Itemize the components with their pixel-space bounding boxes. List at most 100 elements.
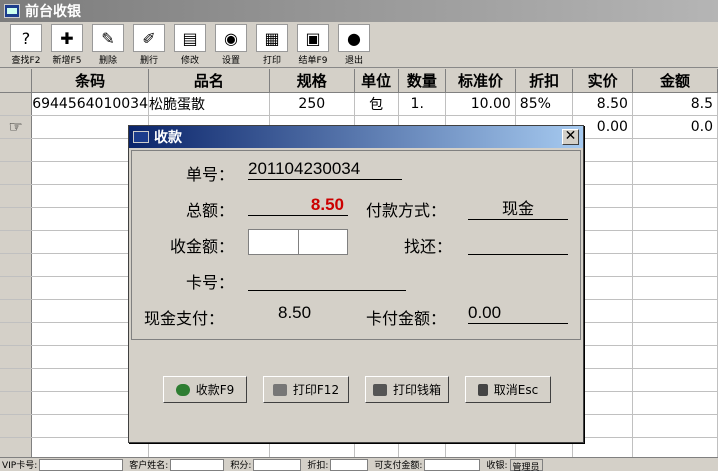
- row-indicator: [0, 161, 33, 185]
- row-indicator: [0, 345, 33, 369]
- print-button[interactable]: 打印F12: [263, 376, 349, 403]
- vip-card-field: [39, 458, 124, 471]
- receive-button-label: 收款F9: [195, 383, 235, 397]
- cell-spec[interactable]: 250: [269, 92, 355, 116]
- cell-std-price[interactable]: 10.00: [445, 92, 516, 116]
- payment-form: 单号： 201104230034 总额： 8.50 付款方式： 现金 收金额： …: [131, 150, 581, 340]
- row-indicator: [0, 391, 33, 415]
- toolbar-button-5[interactable]: ◉ 设置: [211, 24, 251, 66]
- cancel-button[interactable]: 取消Esc: [465, 376, 551, 403]
- empty-cell: [632, 391, 718, 415]
- cashier-name: 管理员: [509, 458, 543, 471]
- add-cross-icon: ✚: [51, 24, 83, 52]
- row-indicator: [0, 322, 33, 346]
- pay-method-field[interactable]: 现金: [468, 195, 568, 220]
- toolbar-button-label: 修改: [180, 56, 199, 66]
- points-label: 积分:: [230, 461, 252, 471]
- dialog-app-icon: [133, 131, 149, 143]
- delete-row-icon: ✐: [133, 24, 165, 52]
- app-icon: [4, 4, 20, 18]
- empty-cell: [632, 184, 718, 208]
- toolbar-button-1[interactable]: ✚ 新增F5: [47, 24, 87, 66]
- discount-field: [330, 458, 369, 471]
- empty-cell: [632, 207, 718, 231]
- printer-icon: [272, 383, 287, 396]
- cancel-button-label: 取消Esc: [493, 383, 539, 397]
- cell-amount[interactable]: 0.0: [632, 115, 718, 139]
- toolbar-button-label: 设置: [221, 56, 240, 66]
- delete-icon: ✎: [92, 24, 124, 52]
- col-header-qty[interactable]: 数量: [398, 69, 447, 93]
- edit-icon: ▤: [174, 24, 206, 52]
- exit-icon: ●: [338, 24, 370, 52]
- toolbar-button-label: 删行: [139, 56, 158, 66]
- card-no-field[interactable]: [248, 269, 406, 291]
- col-header-unit[interactable]: 单位: [354, 69, 399, 93]
- row-indicator: [0, 437, 33, 457]
- col-header-discount[interactable]: 折扣: [515, 69, 574, 93]
- row-indicator: [0, 230, 33, 254]
- cash-drawer-button[interactable]: 打印钱箱: [365, 376, 449, 403]
- payable-amount-field: [424, 458, 481, 471]
- empty-cell: [632, 161, 718, 185]
- cell-discount[interactable]: 85%: [515, 92, 574, 116]
- window-titlebar: 前台收银: [0, 0, 718, 22]
- toolbar-button-7[interactable]: ▣ 结单F9: [293, 24, 333, 66]
- col-header-name[interactable]: 品名: [148, 69, 270, 93]
- toolbar-button-4[interactable]: ▤ 修改: [170, 24, 210, 66]
- window-title: 前台收银: [25, 4, 81, 20]
- empty-cell: [632, 414, 718, 438]
- checkout-icon: ▣: [297, 24, 329, 52]
- total-label: 总额：: [186, 201, 235, 220]
- cash-pay-value: 8.50: [278, 303, 312, 322]
- col-header-barcode[interactable]: 条码: [31, 69, 149, 93]
- empty-cell: [632, 345, 718, 369]
- close-icon[interactable]: ✕: [562, 129, 579, 145]
- card-pay-value: 0.00: [468, 303, 568, 324]
- col-header-price[interactable]: 实价: [572, 69, 633, 93]
- toolbar-button-label: 退出: [344, 56, 363, 66]
- empty-cell: [632, 437, 718, 457]
- toolbar-button-6[interactable]: ▦ 打印: [252, 24, 292, 66]
- settings-icon: ◉: [215, 24, 247, 52]
- row-pointer-icon: ☞: [0, 115, 33, 139]
- cash-drawer-button-label: 打印钱箱: [392, 383, 441, 397]
- cell-unit[interactable]: 包: [354, 92, 399, 116]
- toolbar-button-3[interactable]: ✐ 删行: [129, 24, 169, 66]
- col-header-spec[interactable]: 规格: [269, 69, 355, 93]
- order-no-value: 201104230034: [248, 159, 402, 180]
- card-no-label: 卡号：: [186, 273, 235, 292]
- empty-cell: [632, 276, 718, 300]
- dialog-titlebar[interactable]: 收款: [129, 126, 583, 148]
- row-indicator: [0, 253, 33, 277]
- toolbar-button-2[interactable]: ✎ 删除: [88, 24, 128, 66]
- cell-name[interactable]: 松脆蛋散: [148, 92, 270, 116]
- empty-cell: [632, 138, 718, 162]
- empty-cell: [632, 230, 718, 254]
- dialog-title: 收款: [154, 130, 182, 146]
- row-indicator: [0, 92, 33, 116]
- points-field: [253, 458, 302, 471]
- row-indicator: [0, 368, 33, 392]
- customer-name-field: [170, 458, 225, 471]
- table-row[interactable]: 6944564010034 松脆蛋散 250 包 1. 10.00 85% 8.…: [0, 92, 718, 116]
- cell-price[interactable]: 8.50: [572, 92, 633, 116]
- toolbar-button-0[interactable]: ? 查找F2: [6, 24, 46, 66]
- money-bag-icon: [175, 383, 190, 396]
- col-header-std-price[interactable]: 标准价: [445, 69, 516, 93]
- cell-barcode[interactable]: 6944564010034: [31, 92, 149, 116]
- received-amount-input[interactable]: [248, 229, 348, 255]
- toolbar-button-8[interactable]: ● 退出: [334, 24, 374, 66]
- toolbar-button-label: 新增F5: [52, 56, 82, 66]
- cell-qty[interactable]: 1.: [398, 92, 447, 116]
- cell-amount[interactable]: 8.5: [632, 92, 718, 116]
- change-value: [468, 233, 568, 255]
- empty-cell: [632, 322, 718, 346]
- col-header-amount[interactable]: 金额: [632, 69, 718, 93]
- received-amount-label: 收金额：: [170, 237, 235, 256]
- search-help-icon: ?: [10, 24, 42, 52]
- vip-card-label: VIP卡号:: [2, 461, 38, 471]
- empty-cell: [632, 299, 718, 323]
- receive-button[interactable]: 收款F9: [163, 376, 247, 403]
- toolbar: ? 查找F2 ✚ 新增F5 ✎ 删除 ✐ 删行 ▤ 修改 ◉ 设置 ▦ 打印 ▣ 结单F9 ● 退出: [0, 22, 718, 68]
